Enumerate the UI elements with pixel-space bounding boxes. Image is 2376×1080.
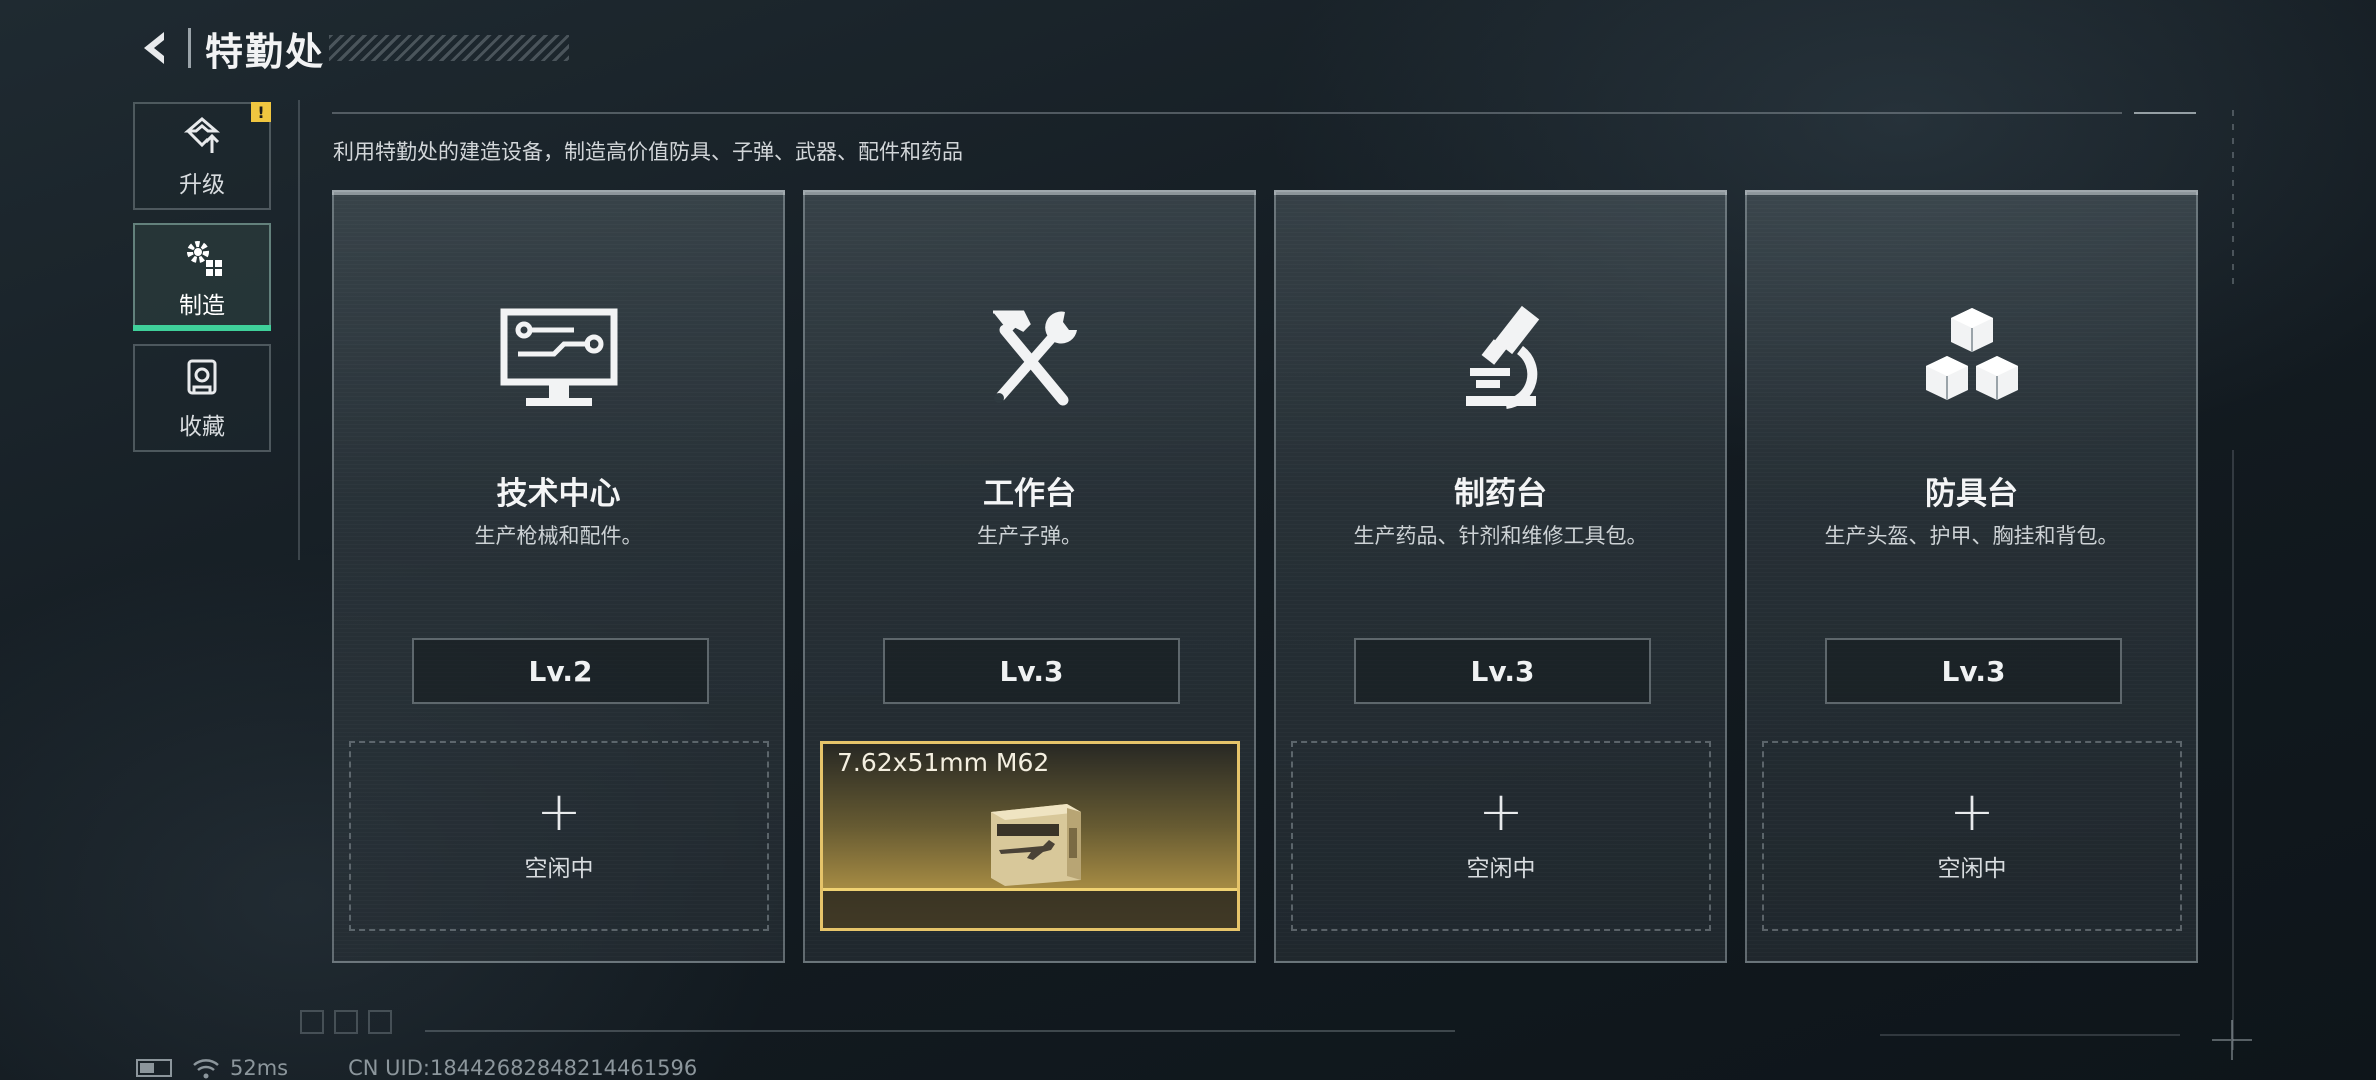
station-name: 技术中心 [496, 476, 621, 512]
wifi-icon [193, 1059, 219, 1079]
deco-square [334, 1010, 358, 1034]
back-button[interactable] [130, 22, 182, 74]
ping-value: 52ms [230, 1056, 289, 1080]
active-craft-slot[interactable]: 7.62x51mm M62 [820, 741, 1240, 931]
computer-icon [500, 308, 617, 406]
nav-item-upgrade[interactable]: 升级 ! [133, 102, 271, 210]
empty-craft-slot[interactable]: + 空闲中 [1291, 741, 1711, 931]
slot-status: 空闲中 [524, 856, 594, 882]
plus-icon: + [536, 780, 582, 843]
station-subtitle: 生产药品、针剂和维修工具包。 [1353, 524, 1648, 548]
side-nav: 升级 ! 制造 收藏 [133, 102, 271, 465]
frame-line-left [298, 100, 300, 560]
empty-craft-slot[interactable]: + 空闲中 [1762, 741, 2182, 931]
frame-line-right-lower [2232, 450, 2234, 1050]
microscope-icon [1465, 305, 1539, 409]
empty-craft-slot[interactable]: + 空闲中 [349, 741, 769, 931]
bottom-line-right [1880, 1034, 2180, 1036]
page-header: 特勤处 [130, 22, 570, 74]
hammer-wrench-icon [992, 310, 1077, 406]
section-description: 利用特勤处的建造设备，制造高价值防具、子弹、武器、配件和药品 [333, 140, 963, 164]
station-card-armor[interactable]: 防具台 生产头盔、护甲、胸挂和背包。 Lv.3 + 空闲中 [1745, 190, 2198, 963]
cubes-icon [1925, 308, 2018, 400]
title-stripes [329, 35, 570, 61]
craft-progress-bar [823, 888, 1237, 928]
ammo-box-icon [991, 804, 1081, 886]
nav-label-craft: 制造 [179, 293, 225, 319]
battery-icon [136, 1059, 172, 1077]
station-card-pharmacy[interactable]: 制药台 生产药品、针剂和维修工具包。 Lv.3 + 空闲中 [1274, 190, 1727, 963]
station-subtitle: 生产头盔、护甲、胸挂和背包。 [1824, 524, 2119, 548]
station-level-button[interactable]: Lv.3 [1354, 638, 1651, 704]
bottom-line [425, 1030, 1455, 1032]
craft-gear-icon [187, 241, 222, 276]
slot-status: 空闲中 [1466, 856, 1536, 882]
nav-item-craft[interactable]: 制造 [133, 223, 271, 331]
station-subtitle: 生产子弹。 [977, 524, 1082, 548]
frame-line-right [2232, 110, 2234, 290]
nav-item-collection[interactable]: 收藏 [133, 344, 271, 452]
station-card-workbench[interactable]: 工作台 生产子弹。 Lv.3 7.62x51mm M62 [803, 190, 1256, 963]
station-card-tech-center[interactable]: 技术中心 生产枪械和配件。 Lv.2 + 空闲中 [332, 190, 785, 963]
alert-badge: ! [251, 102, 271, 122]
back-arrow-icon [144, 32, 164, 64]
frame-line-top [332, 112, 2122, 114]
header-divider [188, 28, 191, 68]
station-level-button[interactable]: Lv.3 [883, 638, 1180, 704]
upgrade-icon [183, 117, 221, 153]
nav-label-upgrade: 升级 [179, 172, 225, 198]
user-uid: CN UID:18442682848214461596 [348, 1056, 698, 1080]
plus-icon: + [1949, 780, 1995, 843]
collection-icon [187, 359, 217, 395]
station-level-button[interactable]: Lv.2 [412, 638, 709, 704]
frame-line-accent [2134, 112, 2196, 114]
station-name: 防具台 [1925, 476, 2018, 512]
page-title: 特勤处 [205, 29, 326, 74]
nav-label-collection: 收藏 [179, 414, 225, 440]
status-bar: 52ms CN UID:18442682848214461596 [136, 1056, 697, 1080]
station-subtitle: 生产枪械和配件。 [474, 524, 643, 548]
station-level-button[interactable]: Lv.3 [1825, 638, 2122, 704]
corner-crosshair [2212, 1020, 2252, 1060]
crafting-item-name: 7.62x51mm M62 [837, 748, 1050, 777]
slot-status: 空闲中 [1937, 856, 2007, 882]
bottom-decoration [300, 1010, 392, 1034]
station-name: 工作台 [983, 476, 1076, 512]
deco-square [300, 1010, 324, 1034]
deco-square [368, 1010, 392, 1034]
station-name: 制药台 [1454, 476, 1547, 512]
plus-icon: + [1478, 780, 1524, 843]
